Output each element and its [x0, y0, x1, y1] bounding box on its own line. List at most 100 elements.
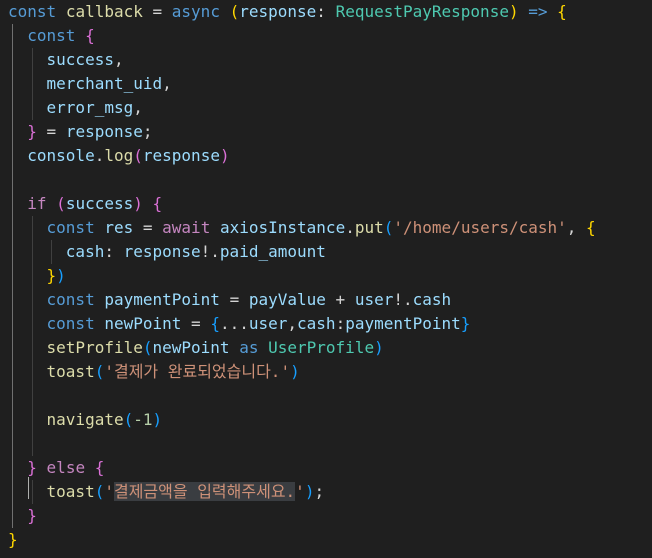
code-token: + [325, 290, 355, 309]
code-line[interactable]: const { [8, 24, 95, 48]
code-line[interactable]: navigate(-1) [8, 408, 163, 432]
code-token: = [181, 314, 211, 333]
code-token: ( [56, 194, 66, 213]
code-token: as [239, 338, 259, 357]
code-token: { [85, 26, 95, 45]
code-line[interactable]: } [8, 504, 37, 528]
code-line[interactable]: const paymentPoint = payValue + user!.ca… [8, 288, 452, 312]
code-line[interactable]: }) [8, 264, 66, 288]
code-token: log [104, 146, 134, 165]
code-token: ; [142, 122, 153, 141]
code-token: merchant_uid [46, 74, 163, 93]
code-line[interactable]: const res = await axiosInstance.put('/ho… [8, 216, 596, 240]
code-token: const [46, 218, 95, 237]
code-token: ' [295, 482, 305, 501]
code-line[interactable]: cash: response!.paid_amount [8, 240, 326, 264]
code-line[interactable]: } = response; [8, 120, 153, 144]
code-token: ( [142, 338, 153, 357]
code-token: ) [290, 362, 300, 381]
code-token: ( [123, 410, 134, 429]
code-line[interactable]: console.log(response) [8, 144, 229, 168]
code-token: , [566, 218, 587, 237]
code-token: const [46, 314, 95, 333]
code-token: ' [104, 482, 114, 501]
code-editor[interactable]: const callback = async ( response: Reques… [0, 0, 652, 558]
code-token: 결제금액을 입력해주세요. [113, 482, 296, 501]
code-token: } [460, 314, 471, 333]
code-token: : [104, 242, 124, 261]
code-token: await [162, 218, 211, 237]
code-token: = [36, 122, 66, 141]
code-line[interactable]: success, [8, 48, 124, 72]
code-token: { [210, 314, 220, 333]
code-line[interactable]: toast('결제가 완료되었습니다.') [8, 360, 300, 384]
code-token: success [65, 194, 134, 213]
code-token: !. [200, 242, 220, 261]
code-token: } [27, 122, 37, 141]
code-line[interactable]: setProfile(newPoint as UserProfile) [8, 336, 384, 360]
code-token: const [27, 26, 76, 45]
code-token: ( [383, 218, 394, 237]
code-token: setProfile [46, 338, 143, 357]
code-token: response [123, 242, 201, 261]
code-line[interactable]: toast('결제금액을 입력해주세요.'); [8, 480, 324, 504]
code-line[interactable]: const newPoint = {...user,cash:paymentPo… [8, 312, 471, 336]
code-token: RequestPayResponse [335, 2, 509, 21]
code-token: { [586, 218, 596, 237]
code-line[interactable]: } [8, 528, 18, 552]
code-token: async [171, 2, 220, 21]
code-token: } [8, 530, 18, 549]
code-token: !. [393, 290, 413, 309]
code-token: callback [65, 2, 143, 21]
code-token: put [354, 218, 384, 237]
code-token: console [27, 146, 95, 165]
code-token: paymentPoint [345, 314, 461, 333]
code-token: paid_amount [219, 242, 326, 261]
code-token: '결제가 완료되었습니다.' [104, 362, 291, 381]
code-line[interactable]: error_msg, [8, 96, 143, 120]
code-token: ( [94, 362, 105, 381]
code-token: toast [46, 482, 95, 501]
code-token: ... [219, 314, 249, 333]
code-line[interactable]: } else { [8, 456, 104, 480]
code-line[interactable]: merchant_uid, [8, 72, 172, 96]
code-token: const [46, 290, 95, 309]
code-token: ( [133, 146, 143, 165]
code-token: '/home/users/cash' [393, 218, 567, 237]
code-token: ) [56, 266, 66, 285]
code-token: = [142, 2, 172, 21]
code-token: user [248, 314, 288, 333]
code-line[interactable]: if (success) { [8, 192, 162, 216]
code-token: newPoint [104, 314, 182, 333]
code-token: . [94, 146, 105, 165]
code-token: : [316, 2, 336, 21]
code-line[interactable]: const callback = async (response: Reques… [8, 0, 567, 24]
code-token: { [557, 2, 567, 21]
code-token: , [113, 50, 124, 69]
code-token: else [46, 458, 86, 477]
code-token: { [152, 194, 163, 213]
code-token: navigate [46, 410, 124, 429]
code-token: , [133, 98, 143, 117]
code-token: if [27, 194, 47, 213]
